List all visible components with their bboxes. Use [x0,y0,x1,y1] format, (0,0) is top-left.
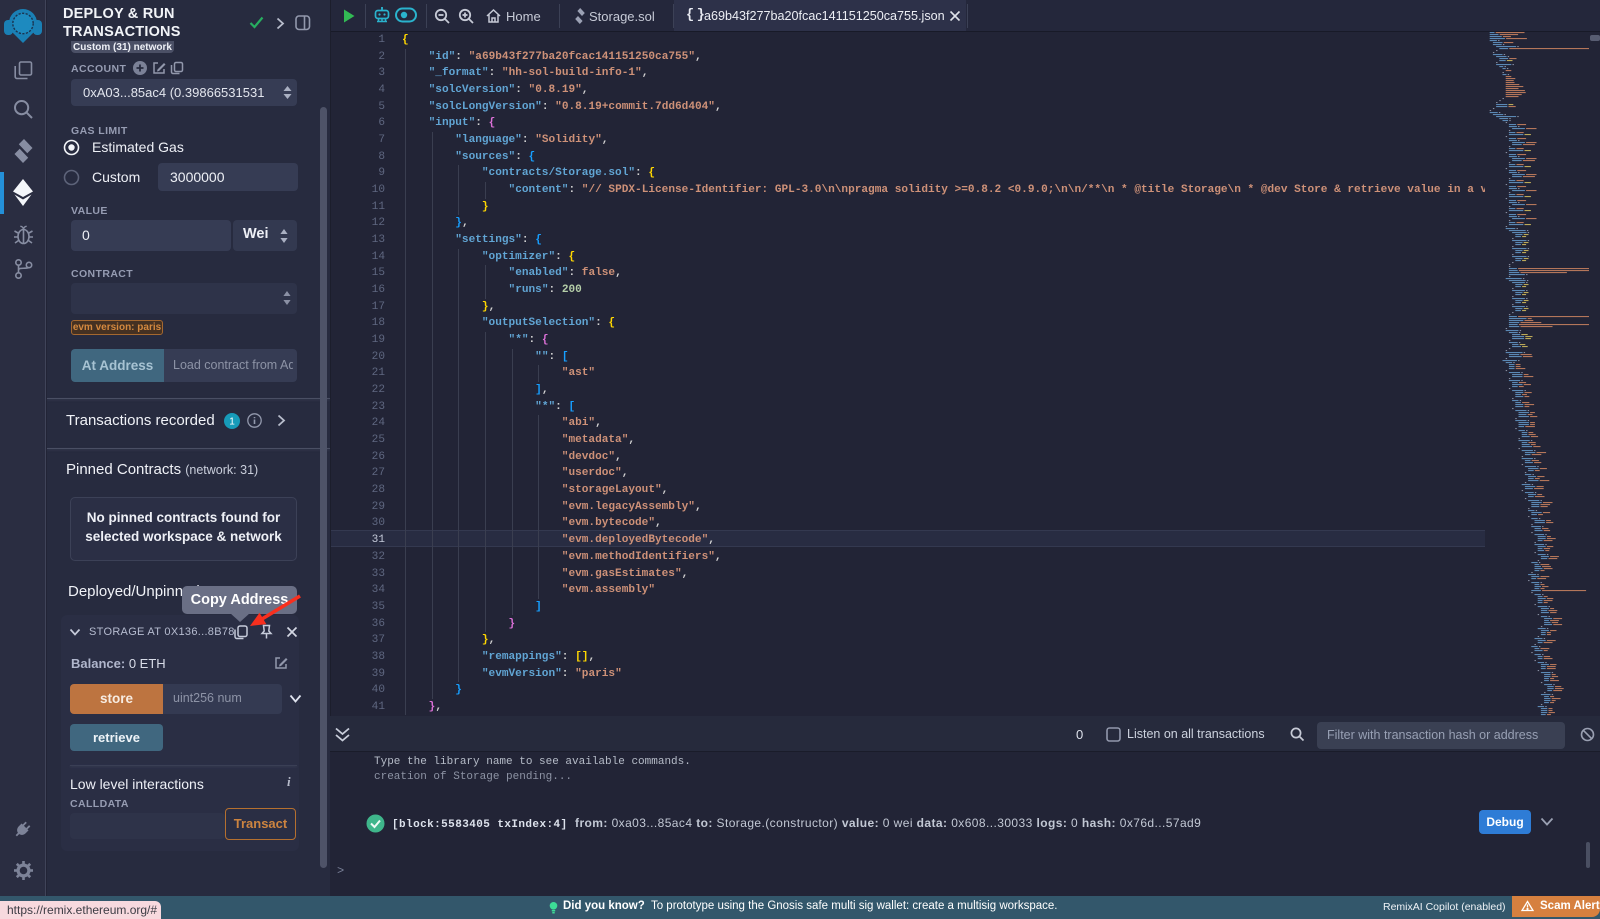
svg-text:1: 1 [229,417,235,428]
